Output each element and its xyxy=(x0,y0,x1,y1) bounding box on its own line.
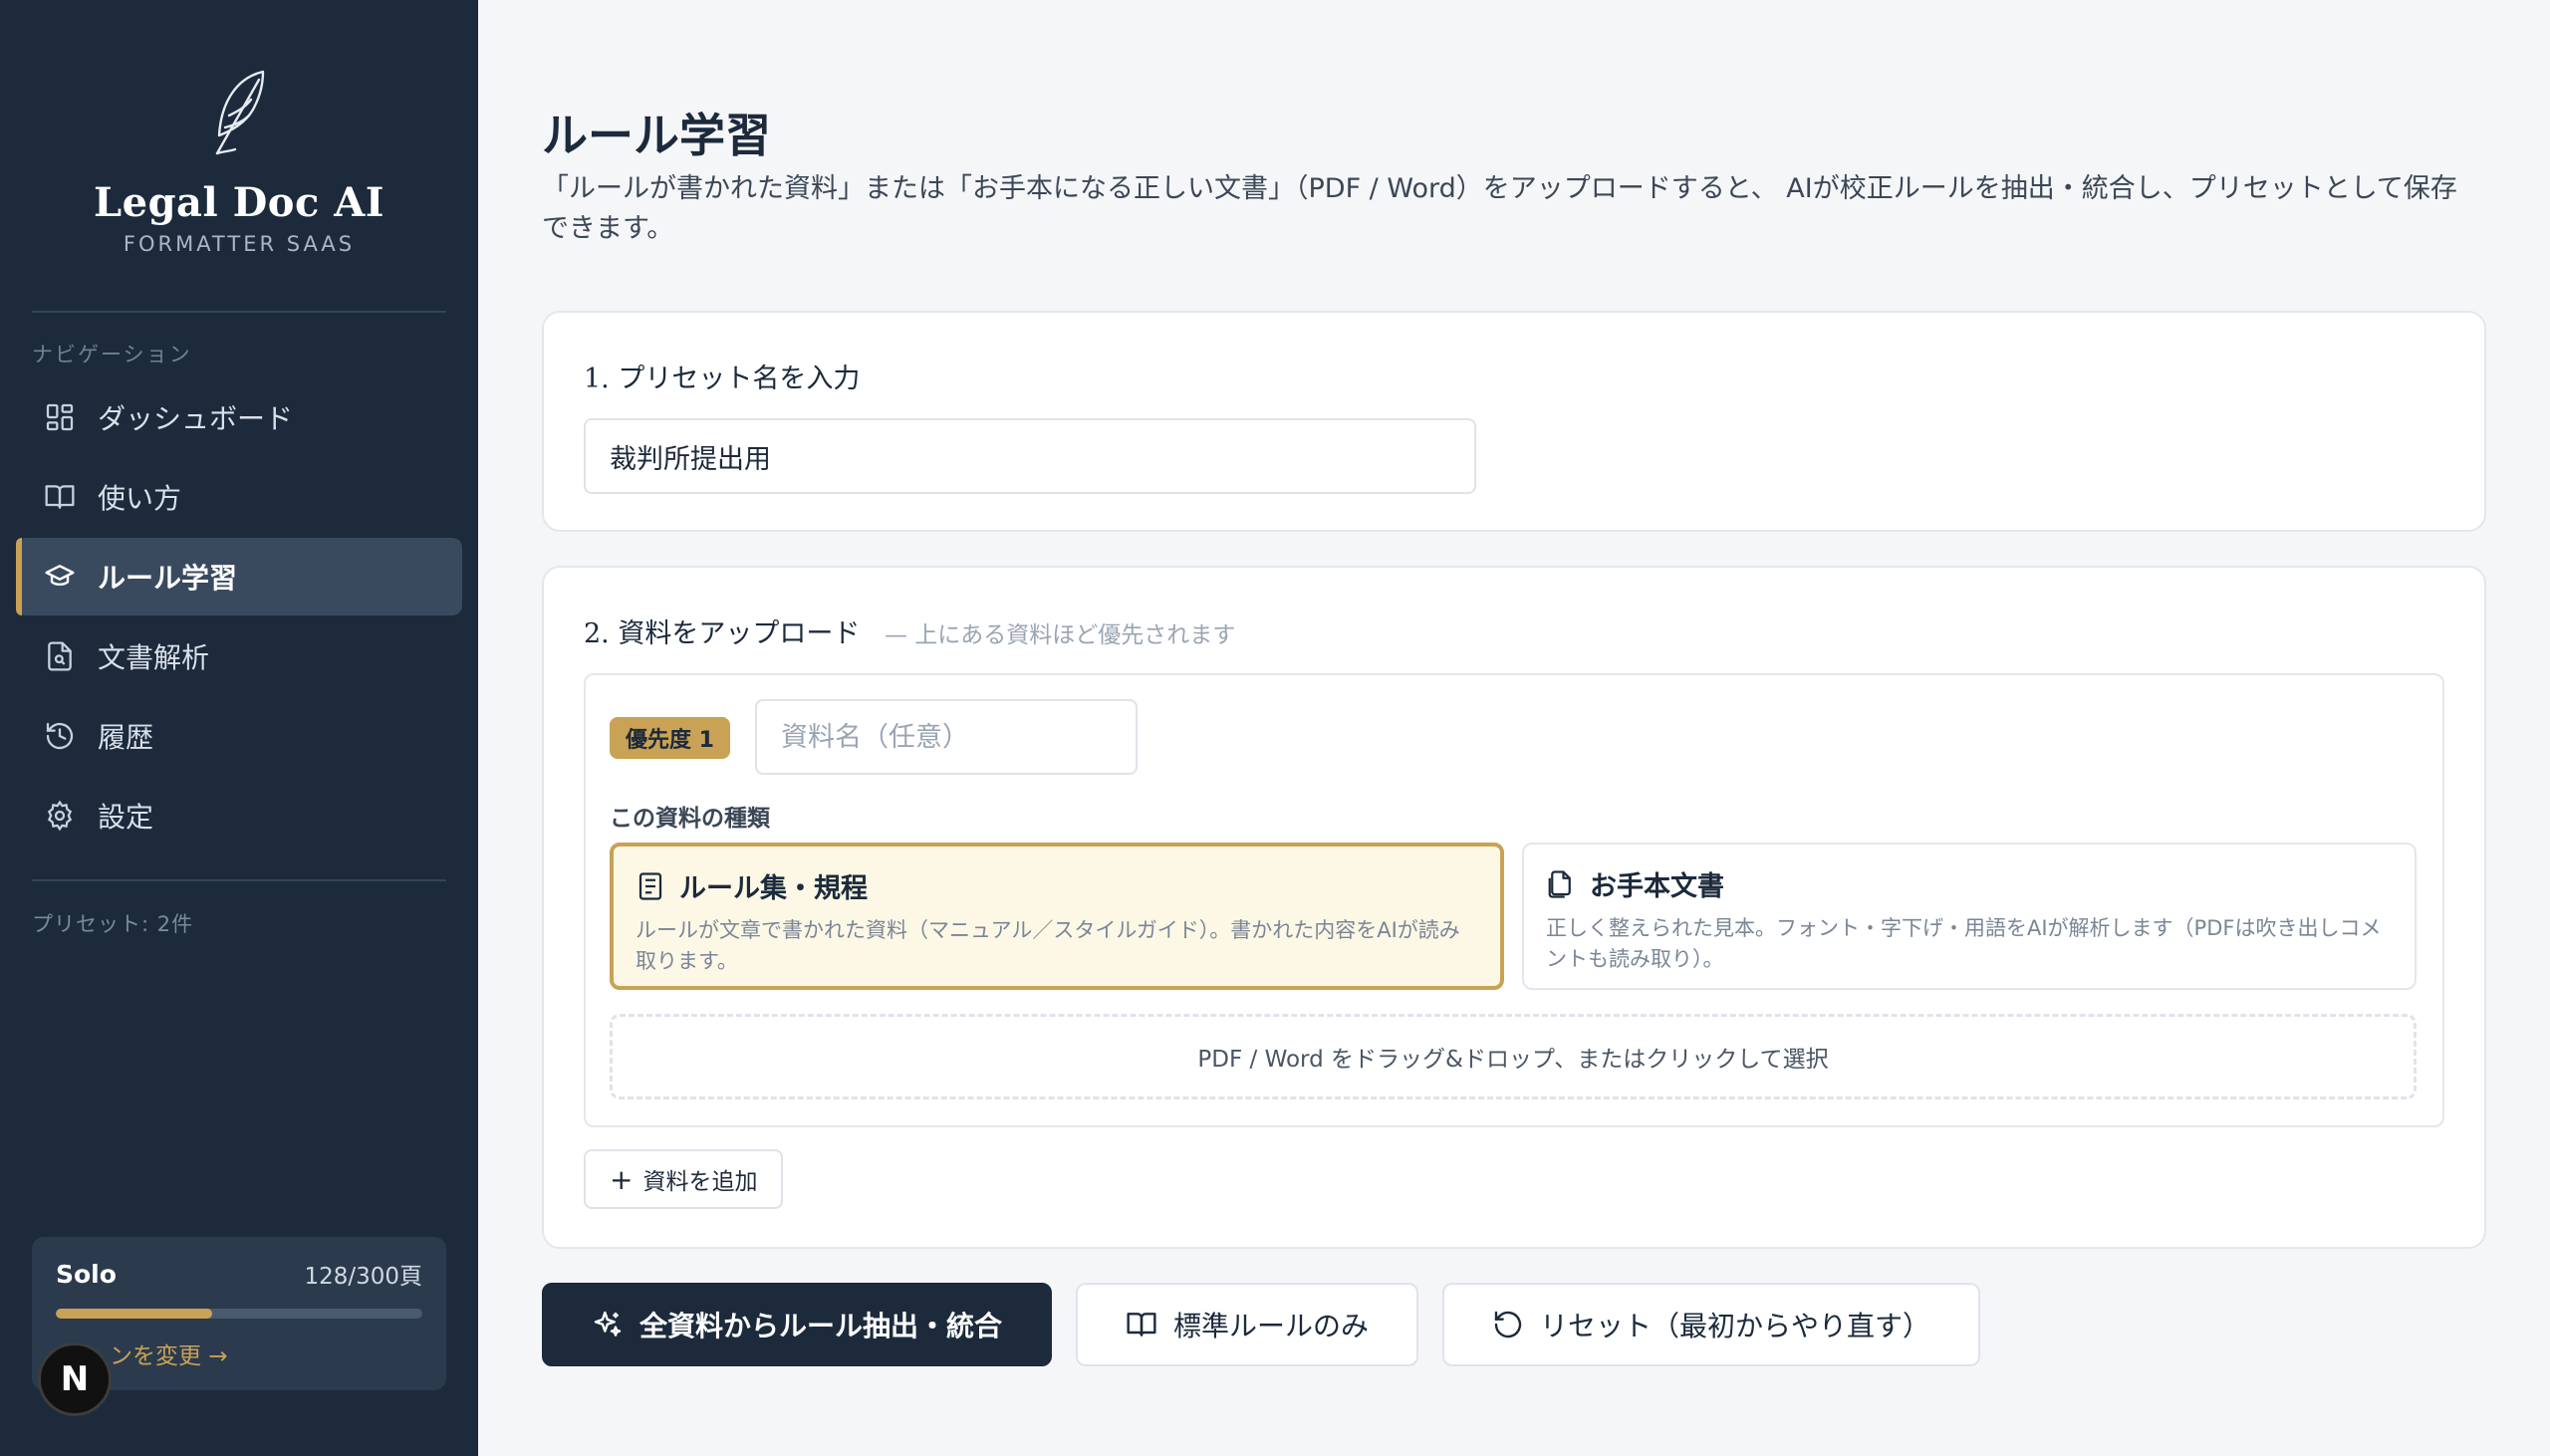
sidebar-item-label: 履歴 xyxy=(98,721,154,754)
preset-count: プリセット: 2件 xyxy=(32,912,194,936)
brand-subtitle: FORMATTER SAAS xyxy=(123,232,356,256)
sparkles-icon xyxy=(594,1311,622,1336)
sidebar-divider xyxy=(32,311,446,313)
sidebar-item-dashboard[interactable]: ダッシュボード xyxy=(16,378,462,456)
reset-button[interactable]: リセット（最初からやり直す） xyxy=(1442,1283,1981,1366)
reset-label: リセット（最初からやり直す） xyxy=(1540,1310,1931,1342)
file-dropzone[interactable]: PDF / Word をドラッグ&ドロップ、またはクリックして選択 xyxy=(610,1014,2417,1099)
quill-feather-icon xyxy=(215,70,265,155)
document-entry: 優先度 1 この資料の種類 ルール集・規程 ルールが文章で書かれた資料（マニュア… xyxy=(584,673,2444,1127)
brand-title: Legal Doc AI xyxy=(94,179,384,226)
preset-name-card: 1. プリセット名を入力 xyxy=(542,311,2486,532)
standard-rules-label: 標準ルールのみ xyxy=(1173,1310,1370,1342)
sidebar: Legal Doc AI FORMATTER SAAS ナビゲーション ダッシュ… xyxy=(0,0,478,1456)
plan-name: Solo xyxy=(56,1259,117,1289)
next-logo-badge[interactable]: N xyxy=(38,1342,112,1416)
badge-letter: N xyxy=(60,1359,90,1399)
sidebar-item-doc-analysis[interactable]: 文書解析 xyxy=(16,617,462,695)
action-bar: 全資料からルール抽出・統合 標準ルールのみ リセット（最初からやり直す） xyxy=(542,1283,2004,1366)
type-option-rules[interactable]: ルール集・規程 ルールが文章で書かれた資料（マニュアル／スタイルガイド）。書かれ… xyxy=(610,843,1504,990)
nav-caption: ナビゲーション xyxy=(32,343,192,366)
preset-name-input[interactable] xyxy=(584,418,1476,494)
sidebar-item-howto[interactable]: 使い方 xyxy=(16,458,462,536)
sidebar-item-label: 文書解析 xyxy=(98,641,210,674)
rotate-ccw-icon xyxy=(1494,1311,1522,1338)
file-copy-icon xyxy=(1548,869,1571,898)
book-icon xyxy=(1127,1313,1156,1336)
type-option-desc: ルールが文章で書かれた資料（マニュアル／スタイルガイド）。書かれた内容をAIが読… xyxy=(636,918,1460,973)
sidebar-item-rule-learning[interactable]: ルール学習 xyxy=(16,538,462,615)
document-type-caption: この資料の種類 xyxy=(610,806,770,832)
sidebar-item-history[interactable]: 履歴 xyxy=(16,697,462,775)
add-document-label: 資料を追加 xyxy=(642,1169,758,1195)
change-plan-label: ンを変更 xyxy=(110,1343,201,1369)
dashboard-grid-icon xyxy=(44,401,76,433)
document-search-icon xyxy=(44,640,76,672)
priority-badge: 優先度 1 xyxy=(610,717,730,759)
list-document-icon xyxy=(638,871,662,900)
plan-usage-bar xyxy=(56,1309,422,1319)
standard-rules-button[interactable]: 標準ルールのみ xyxy=(1076,1283,1419,1366)
sidebar-divider xyxy=(32,879,446,881)
graduation-cap-icon xyxy=(44,561,76,593)
arrow-right-icon: → xyxy=(208,1343,228,1369)
plan-usage-bar-fill xyxy=(56,1309,213,1319)
change-plan-link[interactable]: ンを変更 → xyxy=(56,1336,422,1370)
book-icon xyxy=(44,481,76,513)
step2-note: — 上にある資料ほど優先されます xyxy=(884,622,1236,648)
page-description: 「ルールが書かれた資料」または「お手本になる正しい文書」（PDF / Word）… xyxy=(542,173,2457,244)
type-option-model-document[interactable]: お手本文書 正しく整えられた見本。フォント・字下げ・用語をAIが解析します（PD… xyxy=(1522,843,2417,990)
step1-title: 1. プリセット名を入力 xyxy=(584,364,861,394)
page-title: ルール学習 xyxy=(542,109,771,162)
plan-usage: 128/300頁 xyxy=(304,1264,422,1290)
type-option-title: お手本文書 xyxy=(1590,871,1724,902)
add-document-button[interactable]: + 資料を追加 xyxy=(584,1149,784,1209)
sidebar-item-label: 設定 xyxy=(98,801,154,834)
document-name-input[interactable] xyxy=(755,699,1138,775)
sidebar-item-label: ダッシュボード xyxy=(98,402,294,435)
sidebar-item-settings[interactable]: 設定 xyxy=(16,777,462,854)
extract-rules-label: 全資料からルール抽出・統合 xyxy=(639,1310,1003,1342)
plus-icon: + xyxy=(610,1162,634,1196)
type-option-title: ルール集・規程 xyxy=(679,873,868,904)
sidebar-item-label: 使い方 xyxy=(98,482,182,515)
sidebar-nav: ダッシュボード 使い方 ルール学習 文書解析 履歴 設定 xyxy=(16,378,462,856)
step2-title: 2. 資料をアップロード — 上にある資料ほど優先されます xyxy=(584,611,1235,650)
gear-icon xyxy=(44,800,76,832)
step2-title-text: 2. 資料をアップロード xyxy=(584,618,861,649)
type-option-desc: 正しく整えられた見本。フォント・字下げ・用語をAIが解析します（PDFは吹き出し… xyxy=(1546,916,2382,971)
upload-card: 2. 資料をアップロード — 上にある資料ほど優先されます 優先度 1 この資料… xyxy=(542,566,2486,1249)
extract-rules-button[interactable]: 全資料からルール抽出・統合 xyxy=(542,1283,1053,1366)
brand: Legal Doc AI FORMATTER SAAS xyxy=(0,66,478,256)
history-icon xyxy=(44,720,76,752)
sidebar-item-label: ルール学習 xyxy=(98,562,238,595)
